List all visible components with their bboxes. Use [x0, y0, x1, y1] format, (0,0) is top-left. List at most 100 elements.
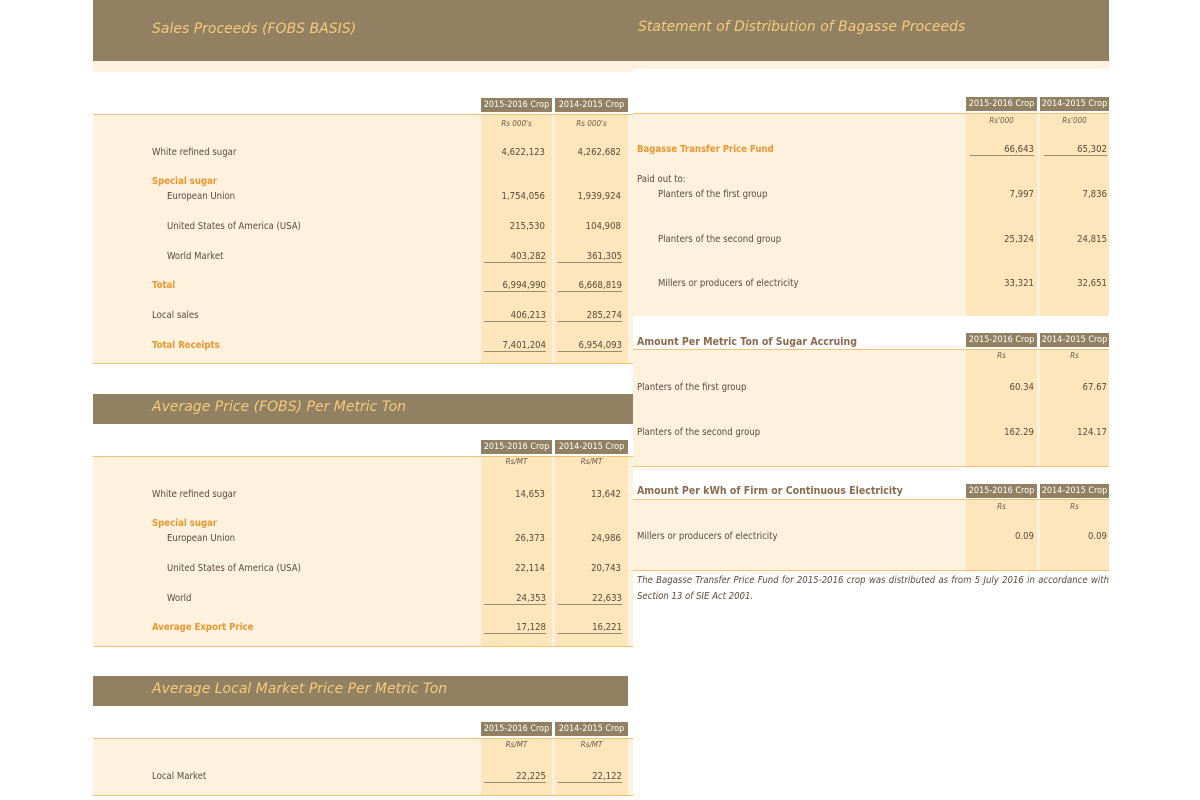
ap-body [93, 457, 633, 646]
ap-white-refined-2015: 14,653 [515, 489, 545, 500]
bg-millers-2015: 33,321 [1004, 278, 1034, 289]
ap-eu-2015: 26,373 [515, 533, 545, 544]
pt-body [633, 350, 1109, 466]
bg-label-millers: Millers or producers of electricity [658, 278, 799, 289]
ap-white-refined-2014: 13,642 [591, 489, 621, 500]
sales-proceeds-title: Sales Proceeds (FOBS BASIS) [152, 21, 357, 37]
lp-label-local-market: Local Market [152, 771, 207, 782]
pk-col-header-2014: 2014-2015 Crop [1040, 484, 1109, 498]
bg-label-fund: Bagasse Transfer Price Fund [637, 144, 774, 155]
bagasse-strip [633, 61, 1109, 69]
bg-unit-2015: Rs'000 [989, 116, 1014, 125]
ap-col-header-2015: 2015-2016 Crop [481, 440, 552, 454]
ap-col-header-2014: 2014-2015 Crop [555, 440, 628, 454]
sp-label-world: World Market [167, 251, 224, 262]
pk-unit-2015: Rs [997, 502, 1006, 511]
pk-col-header-2015: 2015-2016 Crop [966, 484, 1037, 498]
sp-label-white-refined: White refined sugar [152, 147, 237, 158]
lp-bottom-line [93, 795, 633, 796]
sp-label-local-sales: Local sales [152, 310, 199, 321]
avg-price-title: Average Price (FOBS) Per Metric Ton [152, 399, 407, 415]
pk-bottom-line [633, 570, 1109, 571]
ap-export-2015: 17,128 [484, 622, 546, 634]
sp-col-header-2014: 2014-2015 Crop [555, 98, 628, 112]
sp-unit-2014: Rs 000's [576, 119, 607, 128]
bg-first-2015: 7,997 [1009, 189, 1034, 200]
sp-total-2014: 6,668,819 [558, 280, 622, 292]
lp-body [93, 739, 633, 795]
bg-fund-2014: 65,302 [1044, 144, 1107, 156]
per-kwh-title: Amount Per kWh of Firm or Continuous Ele… [637, 485, 903, 497]
pt-col-header-2015: 2015-2016 Crop [966, 333, 1037, 347]
pt-bottom-line [633, 466, 1109, 467]
sp-white-refined-2015: 4,622,123 [501, 147, 545, 158]
pk-millers-2015: 0.09 [1014, 531, 1034, 542]
sp-label-usa: United States of America (USA) [167, 221, 301, 232]
local-price-title: Average Local Market Price Per Metric To… [152, 681, 448, 697]
bg-second-2015: 25,324 [1004, 234, 1034, 245]
pt-col-bg-2014 [1040, 350, 1109, 466]
lp-local-2014: 22,122 [558, 771, 622, 783]
bg-col-header-2015: 2015-2016 Crop [966, 97, 1037, 111]
ap-col-bg-2015 [481, 457, 552, 646]
pt-second-2015: 162.29 [1004, 427, 1034, 438]
sp-col-header-2015: 2015-2016 Crop [481, 98, 552, 112]
pk-millers-2014: 0.09 [1087, 531, 1107, 542]
lp-unit-2015: Rs/MT [505, 740, 528, 749]
ap-label-white-refined: White refined sugar [152, 489, 237, 500]
sp-usa-2014: 104,908 [585, 221, 621, 232]
sp-receipts-2015: 7,401,204 [484, 340, 546, 352]
pt-label-first-group: Planters of the first group [637, 382, 747, 393]
lp-unit-2014: Rs/MT [580, 740, 603, 749]
bagasse-title: Statement of Distribution of Bagasse Pro… [638, 19, 966, 35]
bg-second-2014: 24,815 [1077, 234, 1107, 245]
pt-first-2014: 67.67 [1082, 382, 1107, 393]
ap-bottom-line [93, 646, 633, 647]
sp-label-eu: European Union [167, 191, 236, 202]
ap-col-bg-2014 [555, 457, 628, 646]
bg-unit-2014: Rs'000 [1062, 116, 1087, 125]
ap-label-usa: United States of America (USA) [167, 563, 301, 574]
ap-usa-2014: 20,743 [591, 563, 621, 574]
ap-world-2014: 22,633 [558, 593, 622, 605]
bg-label-paid-out: Paid out to: [637, 174, 686, 185]
ap-export-2014: 16,221 [558, 622, 622, 634]
sp-usa-2015: 215,530 [509, 221, 545, 232]
ap-world-2015: 24,353 [484, 593, 546, 605]
per-ton-title: Amount Per Metric Ton of Sugar Accruing [637, 336, 857, 348]
pt-label-second-group: Planters of the second group [637, 427, 761, 438]
pt-col-bg-2015 [966, 350, 1037, 466]
ap-eu-2014: 24,986 [591, 533, 621, 544]
pt-first-2015: 60.34 [1009, 382, 1034, 393]
bg-first-2014: 7,836 [1082, 189, 1107, 200]
sp-label-special-sugar: Special sugar [152, 176, 218, 187]
sp-local-2014: 285,274 [558, 310, 622, 322]
sp-label-total-receipts: Total Receipts [152, 340, 220, 351]
ap-label-eu: European Union [167, 533, 236, 544]
pt-unit-2014: Rs [1070, 351, 1079, 360]
lp-col-header-2015: 2015-2016 Crop [481, 722, 552, 736]
pt-col-header-2014: 2014-2015 Crop [1040, 333, 1109, 347]
sp-bottom-line [93, 363, 633, 364]
pt-second-2014: 124.17 [1077, 427, 1107, 438]
bg-label-second-group: Planters of the second group [658, 234, 782, 245]
sp-world-2015: 403,282 [484, 251, 546, 263]
sp-label-total: Total [152, 280, 176, 291]
lp-local-2015: 22,225 [484, 771, 546, 783]
lp-col-header-2014: 2014-2015 Crop [555, 722, 628, 736]
ap-label-average-export: Average Export Price [152, 622, 254, 633]
bg-fund-2015: 66,643 [970, 144, 1034, 156]
pt-unit-2015: Rs [997, 351, 1006, 360]
sp-local-2015: 406,213 [484, 310, 546, 322]
bagasse-footnote: The Bagasse Transfer Price Fund for 2015… [637, 575, 1109, 602]
sp-world-2014: 361,305 [558, 251, 622, 263]
ap-label-special-sugar: Special sugar [152, 518, 218, 529]
pk-label-millers: Millers or producers of electricity [637, 531, 778, 542]
ap-usa-2015: 22,114 [515, 563, 545, 574]
sp-unit-2015: Rs 000's [501, 119, 532, 128]
pk-unit-2014: Rs [1070, 502, 1079, 511]
sp-eu-2015: 1,754,056 [501, 191, 545, 202]
sp-white-refined-2014: 4,262,682 [577, 147, 621, 158]
ap-label-world: World [167, 593, 192, 604]
sales-proceeds-strip [93, 61, 633, 72]
